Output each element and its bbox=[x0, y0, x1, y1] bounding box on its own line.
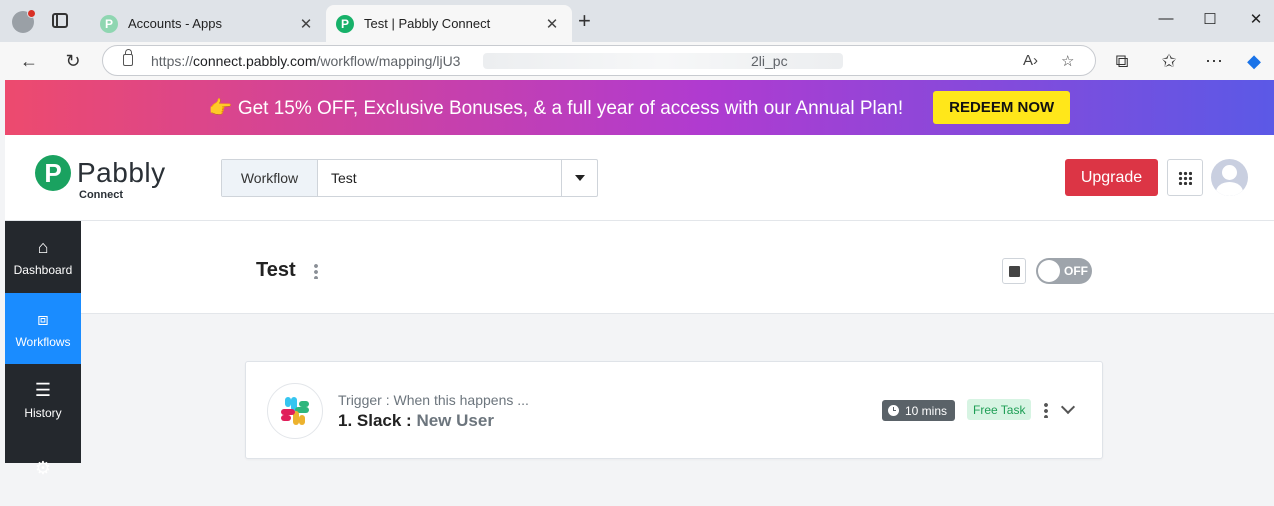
lock-icon[interactable] bbox=[123, 49, 133, 66]
more-icon[interactable]: ⋯ bbox=[1202, 50, 1226, 72]
step-options-icon[interactable] bbox=[1044, 402, 1048, 418]
app-header: P Pabbly Connect Workflow Test Upgrade bbox=[5, 135, 1274, 221]
profile-icon[interactable] bbox=[12, 9, 36, 33]
chevron-down-icon[interactable] bbox=[1060, 399, 1076, 415]
upgrade-button[interactable]: Upgrade bbox=[1065, 159, 1158, 196]
window-close-icon[interactable]: ✕ bbox=[1241, 10, 1271, 28]
sidebar: ⌂ Dashboard ⧈ Workflows ☰ History ⚙ bbox=[5, 221, 81, 478]
sidebar-item-label: Dashboard bbox=[13, 262, 73, 277]
banner-text: 👉 Get 15% OFF, Exclusive Bonuses, & a fu… bbox=[208, 97, 904, 119]
toggle-label: OFF bbox=[1064, 264, 1088, 278]
read-aloud-icon[interactable]: A› bbox=[1023, 52, 1038, 69]
workflow-options-icon[interactable] bbox=[314, 263, 318, 279]
plus-icon[interactable]: + bbox=[578, 10, 591, 32]
trigger-event: New User bbox=[416, 411, 494, 430]
sidebar-item-dashboard[interactable]: ⌂ Dashboard bbox=[5, 221, 81, 292]
refresh-icon[interactable]: ↻ bbox=[61, 50, 85, 72]
sidebar-item-label: History bbox=[24, 405, 62, 420]
trigger-caption: Trigger : When this happens ... bbox=[338, 392, 529, 408]
workflow-icon: ⧈ bbox=[37, 308, 49, 329]
slack-app-logo bbox=[267, 383, 323, 439]
browser-toolbar: ← ↻ https://connect.pabbly.com/workflow/… bbox=[0, 42, 1274, 80]
promo-banner: 👉 Get 15% OFF, Exclusive Bonuses, & a fu… bbox=[5, 80, 1274, 135]
caret-down-icon[interactable] bbox=[561, 160, 597, 196]
tab-accounts-apps[interactable]: P Accounts - Apps ✕ bbox=[90, 5, 326, 42]
tab-title: Accounts - Apps bbox=[128, 16, 222, 31]
clock-icon bbox=[888, 405, 899, 416]
apps-grid-button[interactable] bbox=[1167, 159, 1203, 196]
back-arrow-icon[interactable]: ← bbox=[17, 50, 41, 72]
logo-subtext: Connect bbox=[79, 189, 123, 201]
favorites-icon[interactable]: ✩ bbox=[1157, 50, 1181, 72]
gear-icon: ⚙ bbox=[34, 457, 52, 478]
workflow-selector-label: Workflow bbox=[222, 160, 318, 196]
star-icon[interactable]: ☆ bbox=[1061, 52, 1074, 70]
pabbly-logo-icon[interactable]: P bbox=[35, 155, 71, 191]
note-button[interactable] bbox=[1002, 258, 1026, 284]
sidebar-item-settings[interactable]: ⚙ bbox=[5, 435, 81, 506]
slack-icon bbox=[281, 397, 309, 425]
close-icon[interactable]: ✕ bbox=[542, 15, 562, 33]
sidebar-item-history[interactable]: ☰ History bbox=[5, 364, 81, 435]
workflow-title[interactable]: Test bbox=[256, 259, 296, 282]
sidebar-item-label: Workflows bbox=[15, 334, 71, 349]
extensions-icon[interactable]: ⧉ bbox=[1110, 50, 1134, 72]
workflow-status-toggle[interactable]: OFF bbox=[1036, 258, 1092, 284]
redeem-now-button[interactable]: REDEEM NOW bbox=[933, 91, 1071, 124]
url-text: https://connect.pabbly.com/workflow/mapp… bbox=[151, 53, 461, 69]
polling-time-badge: 10 mins bbox=[882, 400, 956, 421]
minimize-icon[interactable]: — bbox=[1151, 10, 1181, 27]
user-avatar[interactable] bbox=[1211, 159, 1248, 196]
pabbly-favicon-icon: P bbox=[336, 14, 354, 33]
pointing-hand-icon: 👉 bbox=[208, 97, 233, 119]
sidebar-item-workflows[interactable]: ⧈ Workflows bbox=[5, 293, 81, 364]
redacted-url-segment bbox=[483, 53, 843, 69]
home-icon: ⌂ bbox=[37, 236, 49, 257]
maximize-icon[interactable]: ☐ bbox=[1195, 10, 1225, 28]
pabbly-favicon-icon: P bbox=[100, 14, 118, 33]
toggle-knob bbox=[1038, 260, 1060, 282]
history-icon: ☰ bbox=[34, 379, 52, 400]
logo-text[interactable]: Pabbly bbox=[77, 157, 166, 189]
tab-test-pabbly-connect[interactable]: P Test | Pabbly Connect ✕ bbox=[326, 5, 572, 42]
workflow-title-bar: Test OFF bbox=[81, 221, 1274, 314]
address-bar[interactable]: https://connect.pabbly.com/workflow/mapp… bbox=[102, 45, 1096, 76]
free-task-badge: Free Task bbox=[967, 399, 1032, 420]
trigger-title: 1. Slack : New User bbox=[338, 411, 494, 430]
browser-tab-strip: P Accounts - Apps ✕ P Test | Pabbly Conn… bbox=[0, 0, 1274, 42]
notification-dot bbox=[27, 9, 36, 18]
copilot-icon[interactable]: ◆ bbox=[1242, 50, 1266, 72]
workflow-select-value[interactable]: Test bbox=[318, 160, 561, 196]
tab-actions-icon[interactable] bbox=[52, 13, 68, 28]
url-tail: 2li_pc bbox=[751, 53, 788, 69]
tab-title: Test | Pabbly Connect bbox=[364, 16, 491, 31]
grid-icon bbox=[1178, 170, 1192, 185]
workflow-selector[interactable]: Workflow Test bbox=[221, 159, 598, 197]
close-icon[interactable]: ✕ bbox=[296, 15, 316, 33]
trigger-step-card[interactable]: Trigger : When this happens ... 1. Slack… bbox=[245, 361, 1103, 459]
